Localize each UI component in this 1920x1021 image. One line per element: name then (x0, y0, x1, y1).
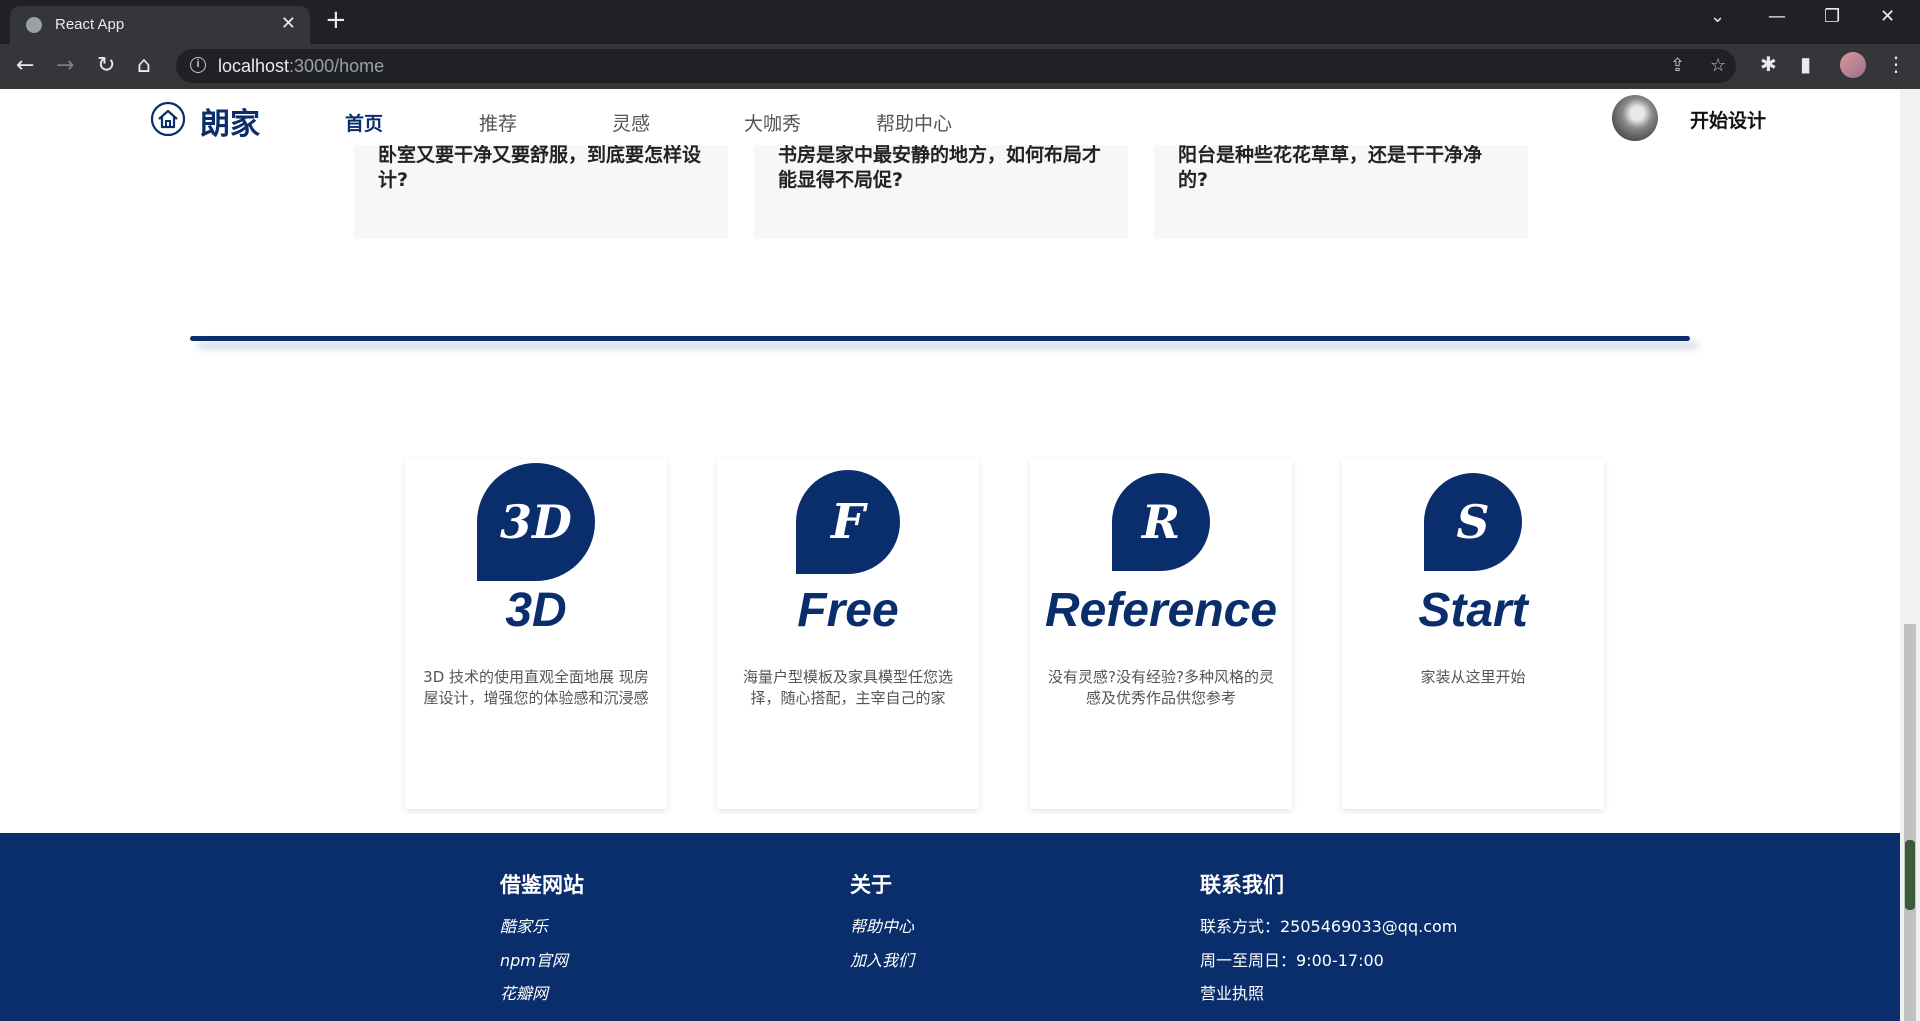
feature-title: Reference (1044, 584, 1278, 637)
browser-toolbar: ← → ↻ ⌂ i localhost:3000/home ⇪ ☆ ✱ ▮ ⋮ (0, 44, 1920, 89)
reference-badge-icon: R (1112, 473, 1210, 571)
footer-link-kujiale[interactable]: 酷家乐 (500, 913, 548, 937)
browser-titlebar: React App ✕ + ⌄ — ❐ ✕ (0, 0, 1920, 44)
feature-title: Start (1418, 584, 1528, 637)
feature-description: 3D 技术的使用直观全面地展 现房屋设计，增强您的体验感和沉浸感 (423, 668, 649, 707)
article-card[interactable]: 书房是家中最安静的地方，如何布局才能显得不局促? (754, 144, 1128, 239)
start-badge-icon: S (1424, 473, 1522, 571)
feature-description: 没有灵感?没有经验?多种风格的灵感及优秀作品供您参考 (1048, 668, 1274, 707)
site-header: 朗家 首页 推荐 灵感 大咖秀 帮助中心 开始设计 (0, 89, 1900, 145)
article-title: 书房是家中最安静的地方，如何布局才能显得不局促? (778, 144, 1102, 191)
extensions-icon[interactable]: ✱ (1760, 52, 1777, 76)
tab-title: React App (55, 16, 125, 33)
url-text[interactable]: localhost:3000/home (218, 56, 384, 77)
tab-search-icon[interactable]: ⌄ (1710, 6, 1725, 27)
restore-button[interactable]: ❐ (1824, 6, 1840, 27)
home-button[interactable]: ⌂ (137, 52, 151, 80)
profile-avatar[interactable] (1840, 52, 1866, 78)
share-icon[interactable]: ⇪ (1670, 55, 1685, 76)
footer-link-help[interactable]: 帮助中心 (850, 913, 914, 937)
article-card[interactable]: 卧室又要干净又要舒服，到底要怎样设计? (354, 144, 728, 239)
side-panel-icon[interactable]: ▮ (1800, 52, 1811, 76)
close-window-button[interactable]: ✕ (1880, 6, 1895, 27)
scrollbar-thumb[interactable] (1904, 624, 1916, 1021)
address-bar[interactable]: i localhost:3000/home ⇪ ☆ (176, 49, 1736, 83)
footer-link-huaban[interactable]: 花瓣网 (500, 980, 548, 1004)
start-design-button[interactable]: 开始设计 (1690, 106, 1766, 133)
forward-button[interactable]: → (56, 52, 74, 80)
footer-heading-references: 借鉴网站 (500, 873, 584, 897)
feature-card-3d: 3D 3D 3D 技术的使用直观全面地展 现房屋设计，增强您的体验感和沉浸感 (405, 459, 667, 809)
new-tab-button[interactable]: + (325, 7, 347, 33)
article-title: 阳台是种些花花草草，还是干干净净的? (1178, 144, 1483, 191)
reload-button[interactable]: ↻ (97, 52, 115, 80)
user-avatar[interactable] (1612, 95, 1658, 141)
site-info-icon[interactable]: i (190, 57, 206, 73)
footer-link-join[interactable]: 加入我们 (850, 947, 914, 971)
nav-showcase[interactable]: 大咖秀 (744, 109, 801, 136)
page-viewport: 卧室又要干净又要舒服，到底要怎样设计? 书房是家中最安静的地方，如何布局才能显得… (0, 89, 1900, 1021)
footer-heading-about: 关于 (850, 873, 892, 897)
minimize-button[interactable]: — (1768, 6, 1786, 27)
feature-title: 3D (505, 584, 567, 637)
bookmark-star-icon[interactable]: ☆ (1710, 55, 1726, 76)
feature-title: Free (797, 584, 899, 637)
nav-inspiration[interactable]: 灵感 (612, 109, 650, 136)
nav-home[interactable]: 首页 (345, 109, 383, 136)
scroll-indicator (1905, 840, 1915, 910)
nav-help-center[interactable]: 帮助中心 (876, 109, 952, 136)
section-divider (190, 336, 1690, 341)
free-badge-icon: F (796, 470, 900, 574)
footer-business-license[interactable]: 营业执照 (1200, 980, 1264, 1004)
feature-card-free: F Free 海量户型模板及家具模型任您选择，随心搭配，主宰自己的家 (717, 459, 979, 809)
nav-recommend[interactable]: 推荐 (479, 109, 517, 136)
feature-card-reference: R Reference 没有灵感?没有经验?多种风格的灵感及优秀作品供您参考 (1030, 459, 1292, 809)
article-title: 卧室又要干净又要舒服，到底要怎样设计? (378, 144, 702, 191)
feature-description: 家装从这里开始 (1420, 668, 1526, 686)
footer-contact-email: 联系方式：2505469033@qq.com (1200, 917, 1458, 936)
menu-icon[interactable]: ⋮ (1886, 52, 1906, 76)
footer-link-npm[interactable]: npm官网 (500, 947, 568, 971)
tab-close-icon[interactable]: ✕ (281, 13, 296, 34)
feature-description: 海量户型模板及家具模型任您选择，随心搭配，主宰自己的家 (742, 668, 953, 707)
feature-card-start: S Start 家装从这里开始 (1342, 459, 1604, 809)
footer-contact-hours: 周一至周日：9:00-17:00 (1200, 951, 1384, 970)
browser-tab[interactable]: React App ✕ (10, 6, 310, 44)
home-logo-icon[interactable] (150, 101, 186, 137)
3d-badge-icon: 3D (477, 463, 595, 581)
globe-icon (26, 17, 42, 33)
logo-text[interactable]: 朗家 (200, 99, 260, 143)
footer-heading-contact: 联系我们 (1200, 873, 1284, 897)
site-footer: 借鉴网站 酷家乐 npm官网 花瓣网 关于 帮助中心 加入我们 联系我们 联系方… (0, 833, 1900, 1021)
back-button[interactable]: ← (16, 52, 34, 80)
article-card[interactable]: 阳台是种些花花草草，还是干干净净的? (1154, 144, 1528, 239)
